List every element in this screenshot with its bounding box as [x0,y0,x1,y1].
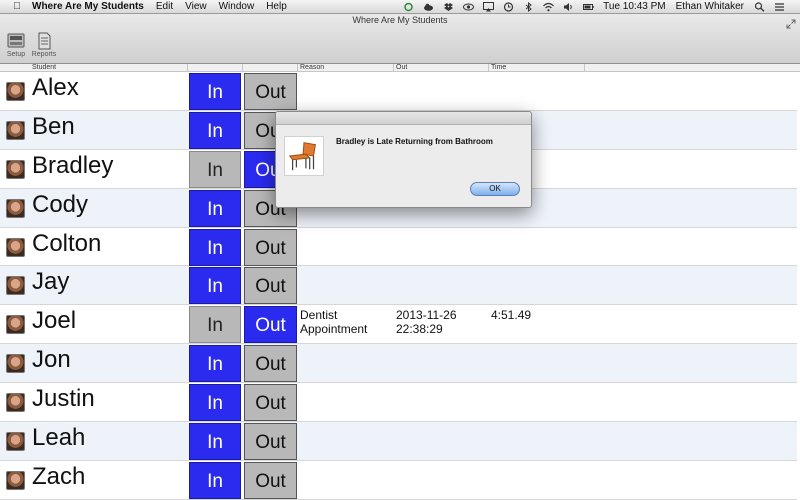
bluetooth-icon[interactable] [523,2,534,12]
in-button[interactable]: In [189,228,241,266]
student-avatar [6,354,25,374]
dialog-titlebar [276,112,531,125]
column-header-in[interactable] [188,64,243,72]
out-button[interactable]: Out [244,384,297,422]
reports-label: Reports [31,51,57,58]
student-name: Bradley [32,151,114,179]
eye-icon[interactable] [463,2,475,12]
fullscreen-icon[interactable] [786,16,796,29]
student-name: Colton [32,229,102,257]
setup-toolbar-button[interactable]: Setup [3,31,29,58]
in-button[interactable]: In [189,267,241,305]
menu-bar:  Where Are My Students Edit View Window… [0,0,800,14]
menubar-clock[interactable]: Tue 10:43 PM [603,0,665,14]
out-cell: 2013-11-26 22:38:29 [396,308,457,337]
in-button[interactable]: In [189,461,241,499]
status-area: Tue 10:43 PM Ethan Whitaker [403,0,794,14]
wifi-icon[interactable] [543,2,555,12]
window-title: Where Are My Students [352,15,448,25]
volume-icon[interactable] [563,2,574,12]
out-button[interactable]: Out [244,423,297,461]
student-name: Zach [32,462,86,490]
out-button[interactable]: Out [244,73,297,110]
column-header-student[interactable]: Student [30,64,188,72]
reason-cell: Dentist Appointment [300,308,368,337]
column-header-out[interactable]: Out [394,64,489,72]
student-name: Jon [32,346,71,374]
setup-icon [7,33,25,48]
student-avatar [6,82,25,101]
table-row[interactable]: Leah In Out [0,422,797,461]
table-row[interactable]: Jon In Out [0,344,797,384]
table-row[interactable]: Jay In Out [0,266,797,306]
dropbox-icon[interactable] [443,2,454,12]
alert-dialog: Bradley is Late Returning from Bathroom … [275,111,532,208]
menu-app-name[interactable]: Where Are My Students [32,0,144,14]
student-avatar [6,470,25,490]
student-avatar [6,159,25,179]
out-button[interactable]: Out [244,461,297,499]
in-button[interactable]: In [189,73,241,110]
apple-menu-icon[interactable]:  [11,0,23,14]
column-header-time[interactable]: Time [489,64,585,72]
out-button[interactable]: Out [244,228,297,266]
in-button[interactable]: In [189,111,241,149]
in-button[interactable]: In [189,189,241,227]
reports-toolbar-button[interactable]: Reports [31,31,57,58]
out-button[interactable]: Out [244,267,297,305]
student-name: Joel [32,307,77,335]
battery-icon[interactable] [583,2,594,12]
out-button[interactable]: Out [244,345,297,383]
in-button[interactable]: In [189,150,241,188]
table-row[interactable]: Zach In Out [0,461,797,500]
ok-button[interactable]: OK [470,182,520,196]
student-avatar [6,315,25,335]
menubar-user[interactable]: Ethan Whitaker [676,0,744,14]
in-button[interactable]: In [189,384,241,422]
table-row[interactable]: Justin In Out [0,383,797,423]
student-avatar [6,237,25,257]
in-button[interactable]: In [189,306,241,344]
column-header-reason[interactable]: Reason [298,64,394,72]
spotlight-search-icon[interactable] [754,2,765,12]
menu-edit[interactable]: Edit [156,0,173,14]
menu-view[interactable]: View [185,0,207,14]
student-avatar [6,120,25,140]
table-row[interactable]: Colton In Out [0,228,797,267]
student-avatar [6,198,25,218]
menu-help[interactable]: Help [266,0,287,14]
table-row[interactable]: Alex In Out [0,72,797,111]
column-header-out-button[interactable] [243,64,298,72]
table-row[interactable]: Joel In Out Dentist Appointment 2013-11-26 2… [0,305,797,345]
student-name: Jay [32,268,70,296]
table-header: Student Reason Out Time [0,64,800,72]
student-name: Cody [32,190,89,218]
student-avatar [6,432,25,452]
student-name: Leah [32,424,86,452]
sync-icon[interactable] [403,2,414,12]
student-name: Ben [32,112,75,140]
time-machine-icon[interactable] [503,2,514,12]
window-titlebar: Where Are My Students Setup Reports [0,14,800,64]
setup-label: Setup [6,51,26,58]
in-button[interactable]: In [189,423,241,461]
student-avatar [6,393,25,413]
time-cell: 4:51.49 [491,308,532,323]
dialog-message: Bradley is Late Returning from Bathroom [336,137,493,146]
notification-center-icon[interactable] [774,2,785,12]
cloud-icon[interactable] [423,2,434,12]
airplay-icon[interactable] [483,2,495,12]
student-name: Justin [32,385,95,413]
student-avatar [6,276,25,296]
in-button[interactable]: In [189,345,241,383]
student-name: Alex [32,74,79,101]
menu-window[interactable]: Window [219,0,255,14]
reports-icon [38,32,51,50]
out-button[interactable]: Out [244,306,297,344]
school-desk-icon [284,136,324,176]
